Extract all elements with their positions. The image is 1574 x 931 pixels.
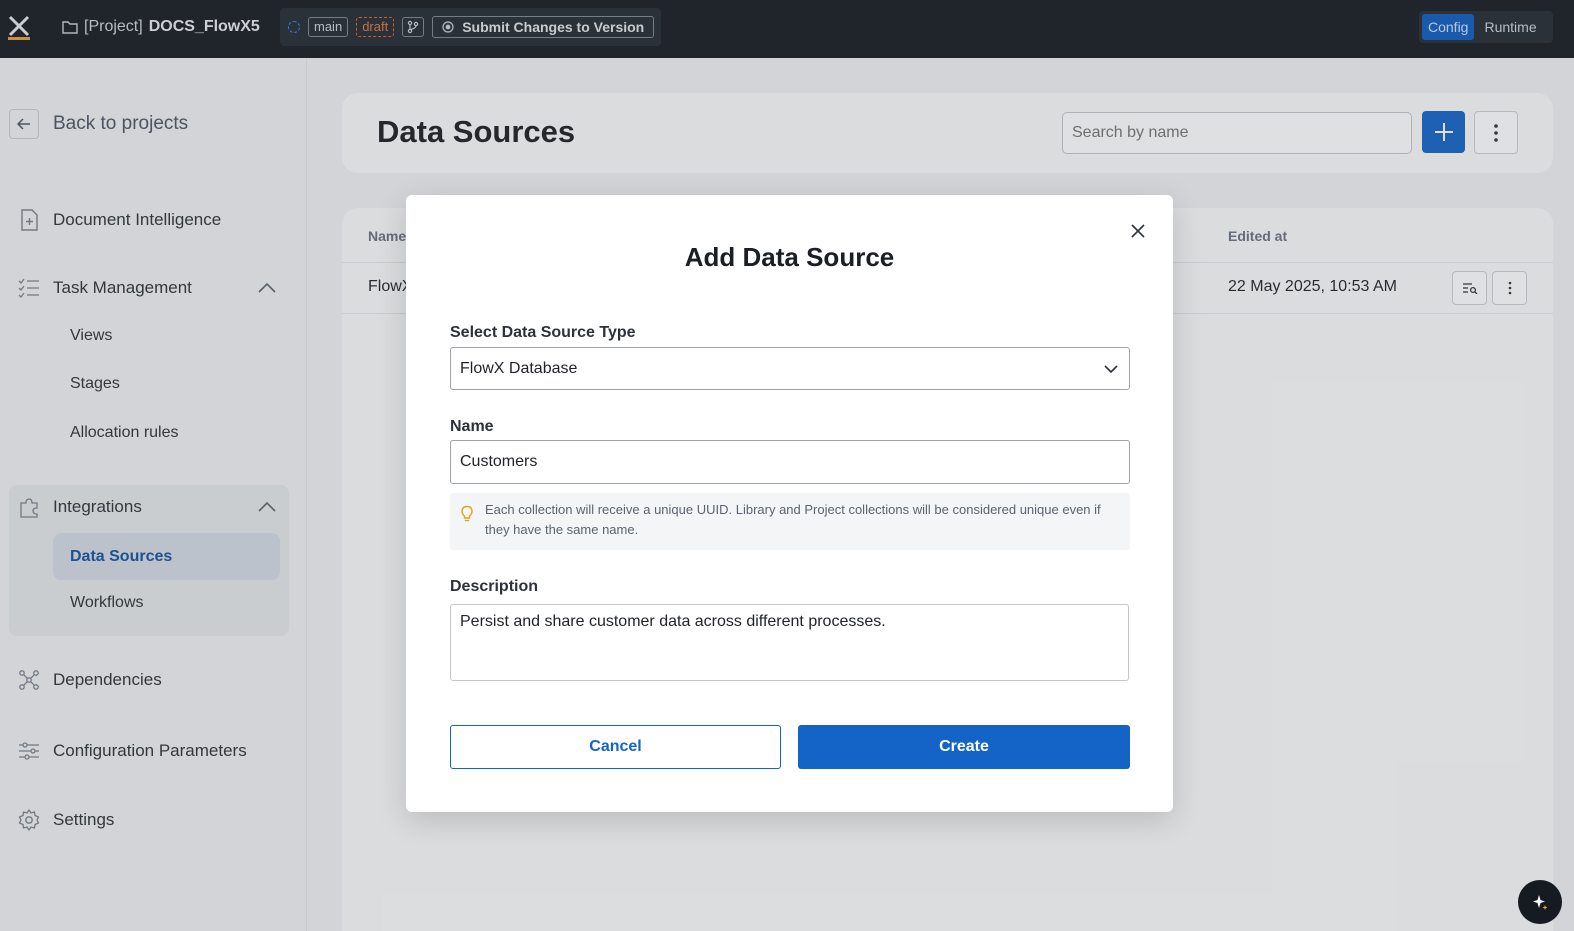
add-data-source-dialog: Add Data Source Select Data Source Type … <box>406 195 1173 812</box>
hint-text: Each collection will receive a unique UU… <box>485 502 1101 537</box>
cancel-button[interactable]: Cancel <box>450 725 781 769</box>
description-label: Description <box>450 578 539 595</box>
name-value: Customers <box>460 453 538 470</box>
data-source-type-select[interactable]: FlowX Database <box>450 347 1130 390</box>
name-field[interactable]: Customers <box>450 440 1130 484</box>
type-label: Select Data Source Type <box>450 324 636 341</box>
dialog-title: Add Data Source <box>684 242 895 272</box>
description-field[interactable]: Persist and share customer data across d… <box>450 604 1129 681</box>
close-icon[interactable] <box>1128 221 1148 241</box>
description-value: Persist and share customer data across d… <box>460 613 886 630</box>
create-button[interactable]: Create <box>798 725 1130 769</box>
ai-assistant-button[interactable] <box>1518 880 1562 924</box>
chevron-down-icon <box>1104 365 1118 374</box>
lightbulb-icon <box>461 505 473 522</box>
type-value: FlowX Database <box>460 360 578 377</box>
name-label: Name <box>450 418 494 435</box>
sparkle-icon <box>1533 895 1548 910</box>
info-hint: Each collection will receive a unique UU… <box>450 493 1130 550</box>
